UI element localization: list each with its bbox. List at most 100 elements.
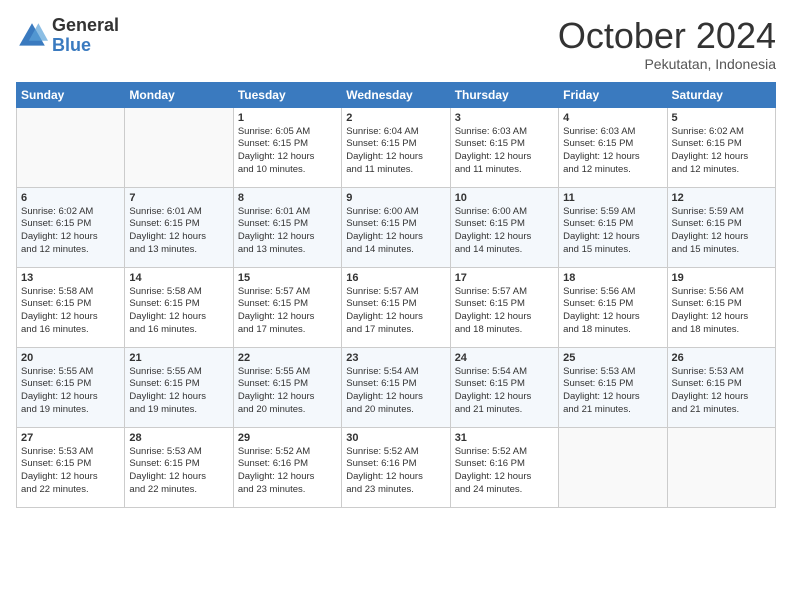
calendar-cell: 23Sunrise: 5:54 AM Sunset: 6:15 PM Dayli…	[342, 347, 450, 427]
calendar-cell: 17 Sunrise: 5:57 AM Sunset: 6:15 PM Dayli…	[450, 267, 558, 347]
day-number: 24	[455, 352, 554, 364]
header-wednesday: Wednesday	[342, 82, 450, 107]
day-info: Sunrise: 5:53 AM Sunset: 6:15 PM Dayligh…	[563, 366, 662, 417]
day-info: Sunrise: 5:57 AM Sunset: 6:15 PM Dayligh…	[238, 286, 337, 337]
logo-text: General Blue	[52, 16, 119, 56]
day-number: 9	[346, 192, 445, 204]
calendar-cell: 20 Sunrise: 5:55 AM Sunset: 6:15 PM Dayli…	[17, 347, 125, 427]
day-info: Sunrise: 6:03 AM Sunset: 6:15 PM Dayligh…	[563, 126, 662, 177]
week-row-1: 6 Sunrise: 6:02 AM Sunset: 6:15 PM Daylig…	[17, 187, 776, 267]
calendar-cell: 1 Sunrise: 6:05 AM Sunset: 6:15 PM Daylig…	[233, 107, 341, 187]
day-info: Sunrise: 5:55 AM Sunset: 6:15 PM Dayligh…	[129, 366, 228, 417]
day-info: Sunrise: 5:53 AM Sunset: 6:15 PM Dayligh…	[21, 446, 120, 497]
calendar-cell: 29 Sunrise: 5:52 AM Sunset: 6:16 PM Dayli…	[233, 427, 341, 507]
calendar-cell: 18Sunrise: 5:56 AM Sunset: 6:15 PM Dayli…	[559, 267, 667, 347]
calendar-cell: 9 Sunrise: 6:00 AM Sunset: 6:15 PM Daylig…	[342, 187, 450, 267]
day-number: 19	[672, 272, 771, 284]
day-number: 26	[672, 352, 771, 364]
logo-icon	[16, 20, 48, 52]
calendar-cell: 2 Sunrise: 6:04 AM Sunset: 6:15 PM Daylig…	[342, 107, 450, 187]
day-number: 29	[238, 432, 337, 444]
calendar-cell: 7Sunrise: 6:01 AM Sunset: 6:15 PM Daylig…	[125, 187, 233, 267]
day-number: 3	[455, 112, 554, 124]
calendar-cell: 3 Sunrise: 6:03 AM Sunset: 6:15 PM Daylig…	[450, 107, 558, 187]
day-number: 16	[346, 272, 445, 284]
day-number: 30	[346, 432, 445, 444]
header-tuesday: Tuesday	[233, 82, 341, 107]
location-subtitle: Pekutatan, Indonesia	[558, 56, 776, 72]
calendar-cell	[125, 107, 233, 187]
day-info: Sunrise: 6:01 AM Sunset: 6:15 PM Dayligh…	[129, 206, 228, 257]
day-info: Sunrise: 5:53 AM Sunset: 6:15 PM Dayligh…	[129, 446, 228, 497]
day-info: Sunrise: 6:04 AM Sunset: 6:15 PM Dayligh…	[346, 126, 445, 177]
header-friday: Friday	[559, 82, 667, 107]
calendar-cell: 27 Sunrise: 5:53 AM Sunset: 6:15 PM Dayli…	[17, 427, 125, 507]
day-number: 10	[455, 192, 554, 204]
week-row-2: 13 Sunrise: 5:58 AM Sunset: 6:15 PM Dayli…	[17, 267, 776, 347]
day-info: Sunrise: 5:55 AM Sunset: 6:15 PM Dayligh…	[21, 366, 120, 417]
day-info: Sunrise: 5:54 AM Sunset: 6:15 PM Dayligh…	[455, 366, 554, 417]
day-number: 13	[21, 272, 120, 284]
week-row-0: 1 Sunrise: 6:05 AM Sunset: 6:15 PM Daylig…	[17, 107, 776, 187]
calendar-cell: 24 Sunrise: 5:54 AM Sunset: 6:15 PM Dayli…	[450, 347, 558, 427]
day-number: 2	[346, 112, 445, 124]
calendar-cell: 14 Sunrise: 5:58 AM Sunset: 6:15 PM Dayli…	[125, 267, 233, 347]
calendar-cell: 4 Sunrise: 6:03 AM Sunset: 6:15 PM Daylig…	[559, 107, 667, 187]
calendar-cell: 21 Sunrise: 5:55 AM Sunset: 6:15 PM Dayli…	[125, 347, 233, 427]
calendar-header-row: SundayMondayTuesdayWednesdayThursdayFrid…	[17, 82, 776, 107]
day-info: Sunrise: 5:59 AM Sunset: 6:15 PM Dayligh…	[563, 206, 662, 257]
header-saturday: Saturday	[667, 82, 775, 107]
header-thursday: Thursday	[450, 82, 558, 107]
day-info: Sunrise: 5:52 AM Sunset: 6:16 PM Dayligh…	[238, 446, 337, 497]
day-info: Sunrise: 5:57 AM Sunset: 6:15 PM Dayligh…	[346, 286, 445, 337]
day-number: 14	[129, 272, 228, 284]
day-info: Sunrise: 6:01 AM Sunset: 6:15 PM Dayligh…	[238, 206, 337, 257]
day-info: Sunrise: 6:05 AM Sunset: 6:15 PM Dayligh…	[238, 126, 337, 177]
logo: General Blue	[16, 16, 119, 56]
day-info: Sunrise: 5:58 AM Sunset: 6:15 PM Dayligh…	[21, 286, 120, 337]
day-info: Sunrise: 5:58 AM Sunset: 6:15 PM Dayligh…	[129, 286, 228, 337]
day-number: 31	[455, 432, 554, 444]
calendar-cell: 30 Sunrise: 5:52 AM Sunset: 6:16 PM Dayli…	[342, 427, 450, 507]
day-number: 17	[455, 272, 554, 284]
day-number: 20	[21, 352, 120, 364]
day-number: 22	[238, 352, 337, 364]
calendar-cell: 10 Sunrise: 6:00 AM Sunset: 6:15 PM Dayli…	[450, 187, 558, 267]
day-info: Sunrise: 5:56 AM Sunset: 6:15 PM Dayligh…	[672, 286, 771, 337]
calendar-cell	[559, 427, 667, 507]
day-number: 4	[563, 112, 662, 124]
day-number: 15	[238, 272, 337, 284]
calendar-cell: 28Sunrise: 5:53 AM Sunset: 6:15 PM Dayli…	[125, 427, 233, 507]
day-number: 18	[563, 272, 662, 284]
day-info: Sunrise: 6:00 AM Sunset: 6:15 PM Dayligh…	[346, 206, 445, 257]
calendar-cell: 12 Sunrise: 5:59 AM Sunset: 6:15 PM Dayli…	[667, 187, 775, 267]
calendar-cell: 25Sunrise: 5:53 AM Sunset: 6:15 PM Dayli…	[559, 347, 667, 427]
day-info: Sunrise: 5:53 AM Sunset: 6:15 PM Dayligh…	[672, 366, 771, 417]
day-info: Sunrise: 6:02 AM Sunset: 6:15 PM Dayligh…	[672, 126, 771, 177]
calendar-cell: 6 Sunrise: 6:02 AM Sunset: 6:15 PM Daylig…	[17, 187, 125, 267]
calendar-cell: 19 Sunrise: 5:56 AM Sunset: 6:15 PM Dayli…	[667, 267, 775, 347]
day-number: 21	[129, 352, 228, 364]
day-info: Sunrise: 6:00 AM Sunset: 6:15 PM Dayligh…	[455, 206, 554, 257]
day-info: Sunrise: 6:03 AM Sunset: 6:15 PM Dayligh…	[455, 126, 554, 177]
day-info: Sunrise: 5:59 AM Sunset: 6:15 PM Dayligh…	[672, 206, 771, 257]
day-number: 12	[672, 192, 771, 204]
title-block: October 2024 Pekutatan, Indonesia	[558, 16, 776, 72]
calendar-cell: 16 Sunrise: 5:57 AM Sunset: 6:15 PM Dayli…	[342, 267, 450, 347]
month-title: October 2024	[558, 16, 776, 56]
day-number: 6	[21, 192, 120, 204]
day-number: 27	[21, 432, 120, 444]
day-info: Sunrise: 5:57 AM Sunset: 6:15 PM Dayligh…	[455, 286, 554, 337]
calendar-cell: 26 Sunrise: 5:53 AM Sunset: 6:15 PM Dayli…	[667, 347, 775, 427]
day-info: Sunrise: 6:02 AM Sunset: 6:15 PM Dayligh…	[21, 206, 120, 257]
day-info: Sunrise: 5:52 AM Sunset: 6:16 PM Dayligh…	[346, 446, 445, 497]
calendar-cell: 5Sunrise: 6:02 AM Sunset: 6:15 PM Daylig…	[667, 107, 775, 187]
calendar-cell: 8 Sunrise: 6:01 AM Sunset: 6:15 PM Daylig…	[233, 187, 341, 267]
day-info: Sunrise: 5:52 AM Sunset: 6:16 PM Dayligh…	[455, 446, 554, 497]
header-sunday: Sunday	[17, 82, 125, 107]
day-number: 8	[238, 192, 337, 204]
day-number: 1	[238, 112, 337, 124]
header-monday: Monday	[125, 82, 233, 107]
calendar-cell: 22Sunrise: 5:55 AM Sunset: 6:15 PM Dayli…	[233, 347, 341, 427]
calendar-cell: 11Sunrise: 5:59 AM Sunset: 6:15 PM Dayli…	[559, 187, 667, 267]
